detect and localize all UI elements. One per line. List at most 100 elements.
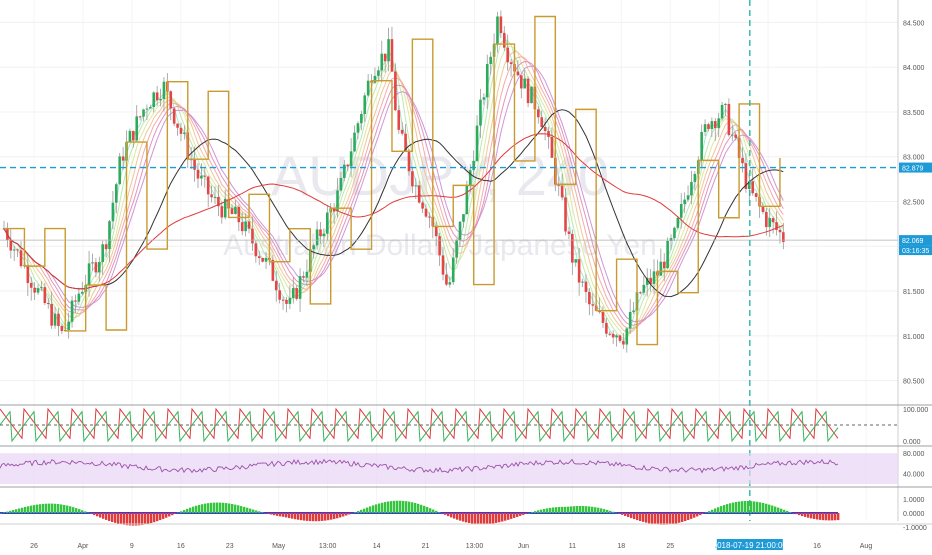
- candle-body: [686, 195, 690, 200]
- candle-body: [67, 321, 70, 331]
- candle-body: [540, 117, 544, 128]
- hist-bar: [459, 513, 462, 521]
- x-tick-label: 11: [569, 543, 576, 550]
- histogram-panel[interactable]: 1.0000 0.0000 -1.0000: [0, 497, 927, 532]
- hist-bar: [765, 503, 768, 513]
- hist-bar: [213, 502, 216, 513]
- candle-body: [782, 232, 785, 242]
- x-tick-label: 13:00: [319, 543, 337, 550]
- hist-bar: [336, 513, 339, 519]
- candle-body: [121, 156, 125, 161]
- hist-bar: [249, 508, 252, 513]
- hist-bar: [474, 513, 477, 524]
- hist-bar: [60, 504, 63, 513]
- candle-body: [135, 116, 139, 141]
- hist-bar: [471, 513, 474, 524]
- hist-bar: [396, 500, 399, 513]
- hist-bar: [543, 508, 546, 513]
- hist-bar: [759, 502, 762, 513]
- candle-body: [451, 257, 455, 283]
- candle-body: [111, 202, 115, 222]
- candle-body: [203, 175, 207, 177]
- candle-body: [417, 185, 421, 203]
- x-tick-label: 16: [177, 543, 185, 550]
- hist-bar: [264, 513, 267, 514]
- oscillator-panel-1[interactable]: 100.000 0.000: [0, 407, 928, 446]
- candle-body: [278, 290, 281, 300]
- hist-bar: [270, 513, 273, 515]
- hist-bar: [564, 506, 567, 513]
- candle-body: [676, 217, 680, 228]
- hist-bar: [444, 513, 447, 515]
- candle-body: [458, 221, 462, 241]
- candle-body: [322, 233, 326, 237]
- candle-body: [244, 221, 247, 232]
- hist-bar: [153, 513, 156, 523]
- oscillator-panel-2[interactable]: 80.000 40.000: [0, 451, 925, 484]
- hist-bar: [9, 510, 12, 513]
- candle-body: [669, 238, 673, 241]
- hist-bar: [147, 513, 150, 524]
- hist-bar: [123, 513, 126, 525]
- hist-bar: [687, 513, 690, 520]
- hist-bar: [567, 506, 570, 513]
- candle-body: [210, 194, 213, 198]
- hist-bar: [348, 513, 351, 515]
- chart-container[interactable]: AUDJPY, 240 Australian Dollar / Japanese…: [0, 0, 932, 550]
- candle-body: [768, 218, 772, 228]
- y-tick-label: 81.500: [903, 289, 925, 296]
- hist-bar: [390, 501, 393, 513]
- hist-bar: [540, 509, 543, 513]
- hist-bar: [675, 513, 678, 524]
- x-tick-label: 26: [30, 543, 38, 550]
- price-axis[interactable]: 84.50084.00083.50083.00082.50082.00081.5…: [903, 20, 925, 385]
- candle-body: [506, 47, 509, 63]
- hist-bar: [330, 513, 333, 520]
- candle-body: [727, 103, 731, 136]
- hist-bar: [642, 513, 645, 522]
- hist-bar: [81, 510, 84, 513]
- candle-body: [560, 185, 564, 198]
- chart-svg[interactable]: AUDJPY, 240 Australian Dollar / Japanese…: [0, 0, 932, 550]
- hist-bar: [105, 513, 108, 520]
- candle-body: [302, 276, 305, 278]
- candle-body: [567, 231, 571, 234]
- hist-bar: [555, 507, 558, 513]
- hist-bar: [399, 500, 402, 513]
- candle-body: [472, 160, 475, 171]
- hist-bar: [78, 509, 81, 513]
- hist-bar: [594, 507, 597, 513]
- hist-bar: [360, 509, 363, 513]
- hist-bar: [582, 506, 585, 513]
- candle-body: [496, 16, 499, 45]
- candle-body: [584, 281, 588, 292]
- hist-bar: [21, 507, 24, 513]
- candle-body: [91, 262, 94, 264]
- hist-bar: [168, 513, 171, 517]
- hist-bar: [267, 513, 270, 514]
- candle-body: [305, 271, 309, 278]
- hist-bar: [387, 501, 390, 513]
- hist-bar: [783, 509, 786, 513]
- hist-bar: [546, 508, 549, 513]
- candle-body: [26, 265, 30, 283]
- candle-body: [138, 116, 142, 118]
- candle-body: [574, 259, 578, 263]
- hist-bar: [792, 513, 795, 514]
- hist-bar: [240, 506, 243, 513]
- hist-bar: [477, 513, 480, 525]
- hist-bar: [210, 502, 213, 513]
- hist-bar: [15, 509, 18, 513]
- candle-body: [571, 233, 574, 263]
- y-tick-label: 83.500: [903, 110, 925, 117]
- candle-body: [312, 245, 315, 250]
- hist-bar: [690, 513, 693, 519]
- candle-body: [43, 287, 47, 304]
- candle-body: [353, 132, 356, 152]
- candle-body: [291, 288, 295, 298]
- candle-body: [611, 333, 615, 338]
- candle-body: [363, 95, 367, 115]
- candle-body: [281, 299, 285, 301]
- hist-bar: [798, 513, 801, 516]
- hist-bar: [549, 507, 552, 513]
